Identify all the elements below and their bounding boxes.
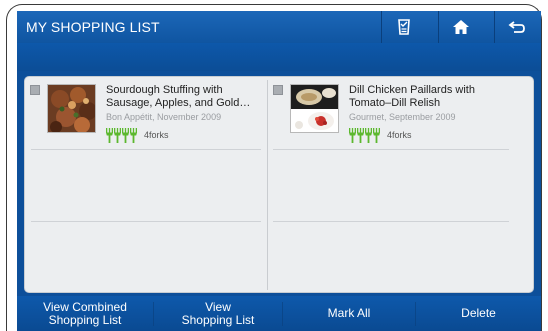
recipe-checkbox[interactable] <box>30 85 40 95</box>
home-button[interactable] <box>438 11 483 43</box>
back-arrow-icon <box>508 20 526 34</box>
recipe-thumbnail[interactable] <box>290 84 339 133</box>
view-shopping-list-button[interactable]: View Shopping List <box>154 296 282 331</box>
app-screen: MY SHOPPING LIST Sourdough Stuffing with… <box>17 11 541 331</box>
row-divider <box>31 149 261 150</box>
rating-label: 4forks <box>144 130 169 140</box>
recipe-rating: 4forks <box>106 127 169 143</box>
back-button[interactable] <box>494 11 539 43</box>
recipe-source: Gourmet, September 2009 <box>349 112 456 122</box>
view-label-line1: View <box>205 299 231 314</box>
shopping-list-button[interactable] <box>381 11 426 43</box>
recipe-list-panel: Sourdough Stuffing with Sausage, Apples,… <box>24 76 534 293</box>
sub-header-bar <box>17 43 541 71</box>
mark-all-button[interactable]: Mark All <box>283 296 415 331</box>
recipe-card[interactable]: Dill Chicken Paillards with Tomato–Dill … <box>268 77 509 148</box>
fork-rating-icons <box>106 127 138 143</box>
recipe-source: Bon Appétit, November 2009 <box>106 112 222 122</box>
recipe-title: Dill Chicken Paillards with Tomato–Dill … <box>349 84 475 109</box>
fork-icon <box>349 127 356 143</box>
delete-label: Delete <box>461 306 496 320</box>
fork-icon <box>106 127 113 143</box>
bottom-action-bar: View Combined Shopping List View Shoppin… <box>17 296 541 331</box>
rating-label: 4forks <box>387 130 412 140</box>
header-bar: MY SHOPPING LIST <box>17 11 541 43</box>
fork-icon <box>357 127 364 143</box>
fork-icon <box>114 127 121 143</box>
recipe-title: Sourdough Stuffing with Sausage, Apples,… <box>106 84 251 109</box>
fork-icon <box>365 127 372 143</box>
recipe-thumbnail[interactable] <box>47 84 96 133</box>
view-label-line2: Shopping List <box>181 312 255 327</box>
fork-icon <box>130 127 137 143</box>
view-combined-label-line1: View Combined <box>43 299 127 314</box>
recipe-card[interactable]: Sourdough Stuffing with Sausage, Apples,… <box>25 77 266 148</box>
fork-rating-icons <box>349 127 381 143</box>
view-combined-shopping-list-button[interactable]: View Combined Shopping List <box>17 296 153 331</box>
delete-button[interactable]: Delete <box>416 296 541 331</box>
shopping-list-icon <box>396 18 412 36</box>
recipe-checkbox[interactable] <box>273 85 283 95</box>
row-divider <box>273 221 509 222</box>
recipe-rating: 4forks <box>349 127 412 143</box>
view-combined-label-line2: Shopping List <box>48 312 122 327</box>
fork-icon <box>373 127 380 143</box>
home-icon <box>452 19 470 35</box>
row-divider <box>31 221 261 222</box>
row-divider <box>273 149 509 150</box>
page-title: MY SHOPPING LIST <box>26 19 160 35</box>
fork-icon <box>122 127 129 143</box>
mark-all-label: Mark All <box>327 306 371 320</box>
